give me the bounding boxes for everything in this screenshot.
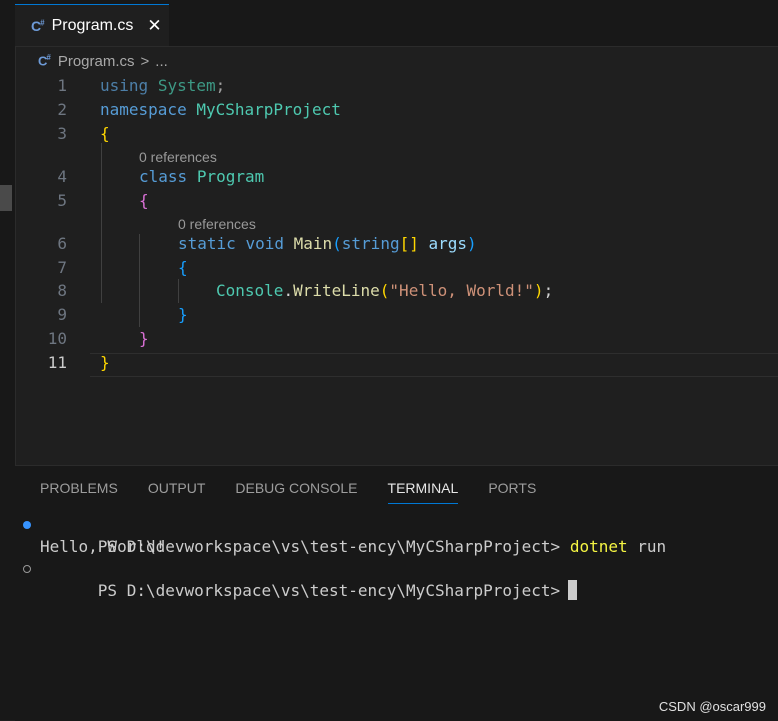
command-success-icon[interactable] — [23, 521, 31, 529]
code-line: 10 } — [15, 327, 778, 351]
tab-label: Program.cs — [51, 16, 134, 34]
tab-program-cs[interactable]: C# Program.cs ✕ — [15, 4, 169, 46]
line-number: 6 — [57, 234, 67, 253]
watermark: CSDN @oscar999 — [658, 699, 766, 714]
code-line: 5 { — [15, 189, 778, 213]
panel-tabs: PROBLEMS OUTPUT DEBUG CONSOLE TERMINAL P… — [40, 480, 566, 504]
line-number: 8 — [57, 281, 67, 300]
code-line: 8 Console.WriteLine("Hello, World!"); — [15, 279, 778, 303]
csharp-file-icon: C# — [31, 17, 45, 34]
terminal-cursor — [568, 580, 578, 600]
breadcrumb-symbols[interactable]: ... — [155, 53, 168, 70]
tab-problems[interactable]: PROBLEMS — [40, 480, 118, 504]
breadcrumb-separator: > — [140, 52, 150, 70]
code-lens-references[interactable]: 0 references — [178, 214, 256, 234]
line-number: 11 — [47, 353, 67, 372]
activity-strip — [0, 0, 16, 720]
line-number: 4 — [57, 167, 67, 186]
breadcrumb-file[interactable]: Program.cs — [58, 53, 135, 70]
command-pending-icon[interactable] — [23, 565, 31, 573]
bottom-panel: PROBLEMS OUTPUT DEBUG CONSOLE TERMINAL P… — [15, 465, 778, 721]
tab-ports[interactable]: PORTS — [488, 480, 536, 504]
code-lens-references[interactable]: 0 references — [139, 147, 217, 167]
code-line: 7 { — [15, 256, 778, 280]
line-number: 5 — [57, 191, 67, 210]
code-line: 1 using System; — [15, 74, 778, 98]
csharp-file-icon: C# — [38, 53, 51, 69]
line-number: 3 — [57, 124, 67, 143]
code-line: 2 namespace MyCSharpProject — [15, 98, 778, 122]
code-line: 9 } — [15, 303, 778, 327]
line-number: 10 — [47, 329, 67, 348]
code-line: 11 } — [15, 351, 778, 375]
code-line: 3 { — [15, 122, 778, 146]
line-number: 2 — [57, 100, 67, 119]
terminal-line: PS D:\devworkspace\vs\test-ency\MyCSharp… — [23, 514, 666, 556]
editor-tab-bar: C# Program.cs ✕ — [15, 0, 778, 47]
code-line: 6 static void Main(string[] args) — [15, 232, 778, 256]
code-editor[interactable]: 1 using System; 2 namespace MyCSharpProj… — [15, 72, 778, 465]
terminal-line: PS D:\devworkspace\vs\test-ency\MyCSharp… — [23, 558, 666, 600]
tab-debug-console[interactable]: DEBUG CONSOLE — [235, 480, 357, 504]
scroll-marker — [0, 185, 12, 211]
terminal-output[interactable]: PS D:\devworkspace\vs\test-ency\MyCSharp… — [23, 514, 666, 600]
code-line: 4 class Program — [15, 165, 778, 189]
tab-terminal[interactable]: TERMINAL — [387, 480, 459, 504]
terminal-line: Hello, World! — [40, 537, 166, 556]
close-icon[interactable]: ✕ — [147, 16, 161, 36]
line-number: 7 — [57, 258, 67, 277]
terminal-prompt: PS D:\devworkspace\vs\test-ency\MyCSharp… — [97, 581, 561, 600]
tab-output[interactable]: OUTPUT — [148, 480, 206, 504]
line-number: 9 — [57, 305, 67, 324]
line-number: 1 — [57, 76, 67, 95]
breadcrumb: C# Program.cs > ... — [38, 50, 168, 72]
